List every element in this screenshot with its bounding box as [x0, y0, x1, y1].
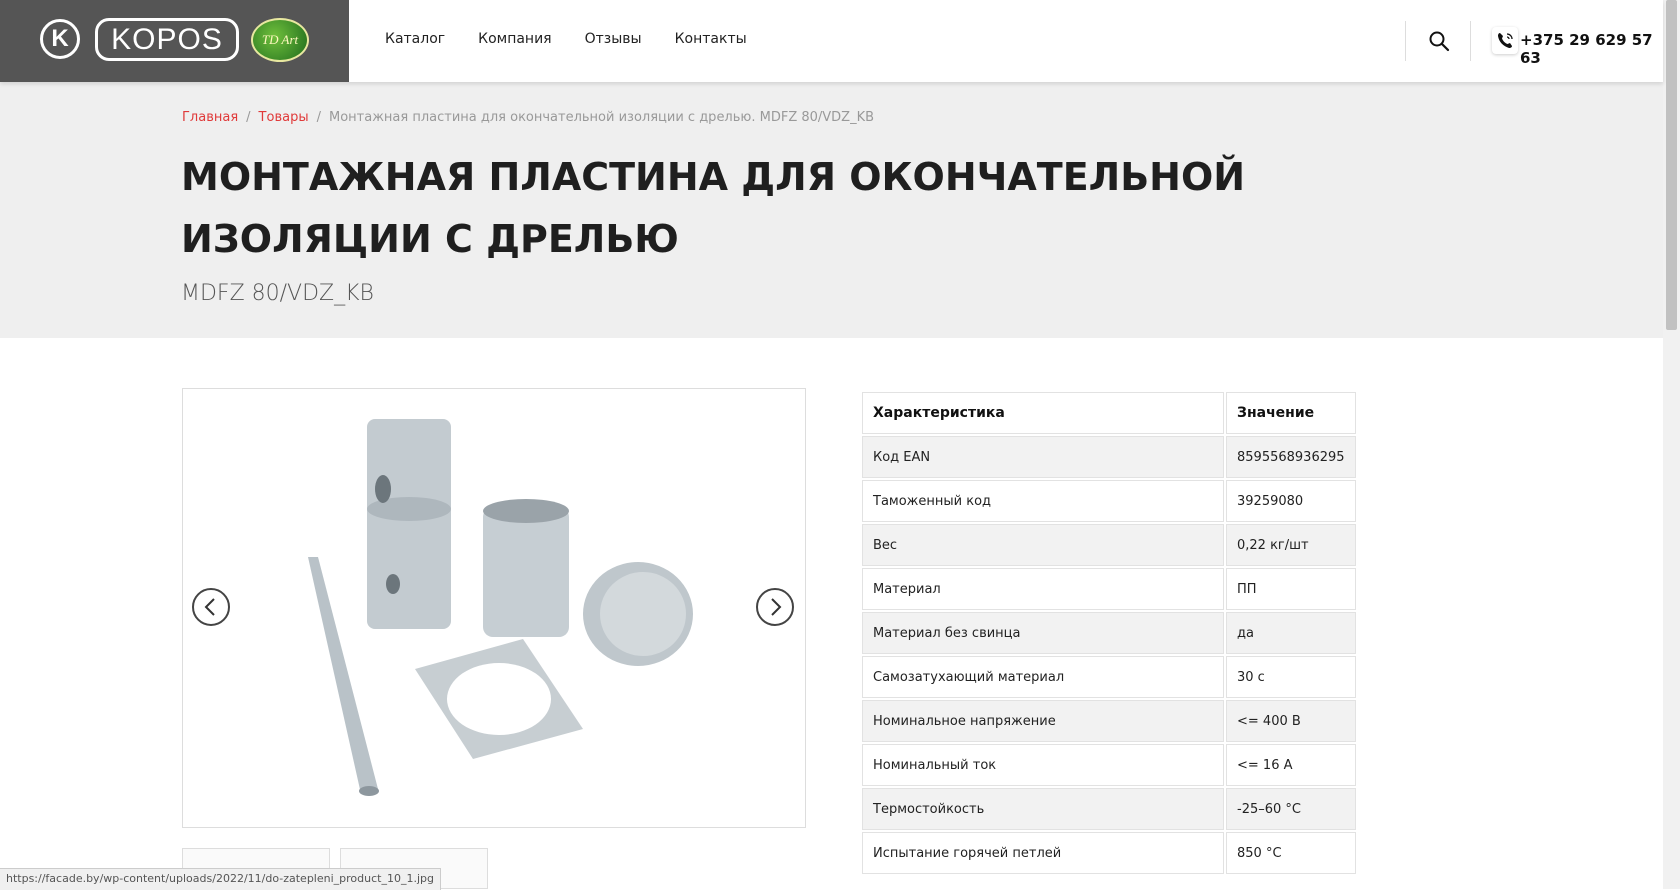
spec-key: Испытание горячей петлей	[862, 832, 1224, 874]
nav-catalog[interactable]: Каталог	[385, 31, 445, 47]
gallery-next-button[interactable]	[756, 588, 794, 626]
spec-value: -25–60 °C	[1226, 788, 1356, 830]
table-row: Материал без свинца да	[862, 612, 1356, 654]
table-row: Самозатухающий материал 30 с	[862, 656, 1356, 698]
spec-key: Таможенный код	[862, 480, 1224, 522]
nav-reviews[interactable]: Отзывы	[585, 31, 642, 47]
product-gallery	[182, 388, 806, 828]
nav-company[interactable]: Компания	[478, 31, 551, 47]
site-header: K KOPOS TD Art Каталог Компания Отзывы К…	[0, 0, 1663, 82]
product-image	[308, 419, 693, 796]
divider	[1405, 21, 1406, 61]
spec-value: да	[1226, 612, 1356, 654]
spec-key: Самозатухающий материал	[862, 656, 1224, 698]
spec-value: 850 °C	[1226, 832, 1356, 874]
product-code: MDFZ 80/VDZ_KB	[181, 281, 374, 306]
breadcrumb-separator: /	[316, 110, 321, 125]
gallery-prev-button[interactable]	[192, 588, 230, 626]
logo-badge: TD Art	[251, 18, 309, 62]
spec-header-characteristic: Характеристика	[862, 392, 1224, 434]
breadcrumb-current: Монтажная пластина для окончательной изо…	[328, 110, 875, 125]
search-icon[interactable]	[1428, 30, 1450, 52]
phone-icon[interactable]	[1492, 27, 1518, 54]
spec-value: 30 с	[1226, 656, 1356, 698]
table-row: Код EAN 8595568936295	[862, 436, 1356, 478]
spec-key: Номинальный ток	[862, 744, 1224, 786]
spec-key: Термостойкость	[862, 788, 1224, 830]
table-row: Вес 0,22 кг/шт	[862, 524, 1356, 566]
spec-key: Вес	[862, 524, 1224, 566]
main-nav: Каталог Компания Отзывы Контакты	[385, 31, 780, 47]
table-row: Таможенный код 39259080	[862, 480, 1356, 522]
spec-value: <= 16 А	[1226, 744, 1356, 786]
table-row: Термостойкость -25–60 °C	[862, 788, 1356, 830]
table-row: Номинальное напряжение <= 400 В	[862, 700, 1356, 742]
spec-table: Характеристика Значение Код EAN 859556893…	[860, 390, 1358, 876]
table-row: Испытание горячей петлей 850 °C	[862, 832, 1356, 874]
logo-k-mark: K	[40, 19, 80, 59]
breadcrumb-products[interactable]: Товары	[259, 110, 309, 125]
page-scrollbar[interactable]	[1663, 0, 1680, 889]
spec-value: ПП	[1226, 568, 1356, 610]
logo[interactable]: K KOPOS TD Art	[0, 0, 349, 82]
divider	[1470, 21, 1471, 61]
spec-value: 0,22 кг/шт	[1226, 524, 1356, 566]
spec-key: Код EAN	[862, 436, 1224, 478]
spec-header-value: Значение	[1226, 392, 1356, 434]
page-title: Монтажная пластина для окончательной изо…	[181, 155, 1246, 261]
breadcrumb-separator: /	[246, 110, 251, 125]
phone-number[interactable]: +375 29 629 57 63	[1520, 31, 1663, 67]
spec-value: 8595568936295	[1226, 436, 1356, 478]
table-row: Номинальный ток <= 16 А	[862, 744, 1356, 786]
breadcrumb-home[interactable]: Главная	[182, 110, 238, 125]
nav-contacts[interactable]: Контакты	[675, 31, 747, 47]
spec-value: 39259080	[1226, 480, 1356, 522]
spec-key: Материал без свинца	[862, 612, 1224, 654]
spec-key: Материал	[862, 568, 1224, 610]
spec-value: <= 400 В	[1226, 700, 1356, 742]
scrollbar-thumb[interactable]	[1666, 0, 1677, 330]
logo-wordmark: KOPOS	[95, 18, 239, 61]
spec-key: Номинальное напряжение	[862, 700, 1224, 742]
breadcrumb: Главная / Товары / Монтажная пластина для ок…	[182, 110, 874, 125]
table-row: Материал ПП	[862, 568, 1356, 610]
status-bar-url: https://facade.by/wp-content/uploads/202…	[0, 868, 441, 890]
